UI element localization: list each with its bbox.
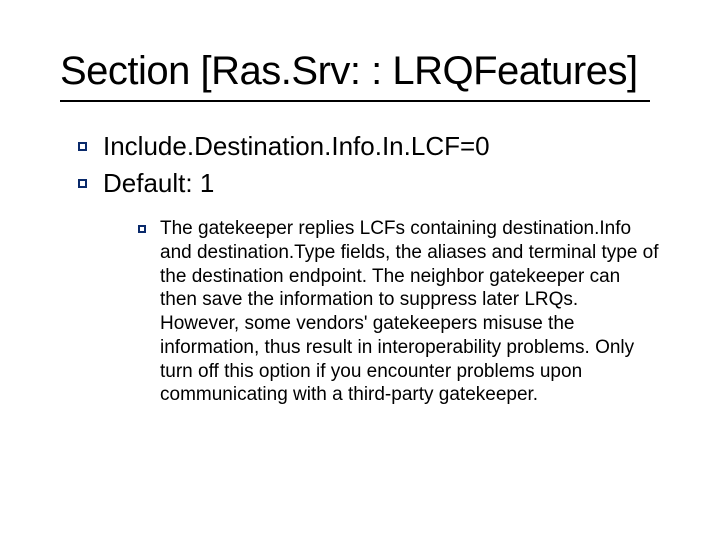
slide-title: Section [Ras.Srv: : LRQFeatures] bbox=[60, 48, 684, 94]
list-item: Default: 1 bbox=[78, 167, 684, 200]
bullet-text: Include.Destination.Info.In.LCF=0 bbox=[103, 130, 490, 163]
square-bullet-icon bbox=[78, 179, 87, 188]
bullet-list-level2: The gatekeeper replies LCFs containing d… bbox=[138, 217, 684, 407]
bullet-list-level1: Include.Destination.Info.In.LCF=0 Defaul… bbox=[78, 130, 684, 199]
square-bullet-icon bbox=[78, 142, 87, 151]
list-item: Include.Destination.Info.In.LCF=0 bbox=[78, 130, 684, 163]
square-bullet-icon bbox=[138, 225, 146, 233]
slide: Section [Ras.Srv: : LRQFeatures] Include… bbox=[0, 0, 720, 540]
title-underline bbox=[60, 100, 650, 102]
list-item: The gatekeeper replies LCFs containing d… bbox=[138, 217, 684, 407]
bullet-text: Default: 1 bbox=[103, 167, 214, 200]
bullet-text: The gatekeeper replies LCFs containing d… bbox=[160, 217, 660, 407]
